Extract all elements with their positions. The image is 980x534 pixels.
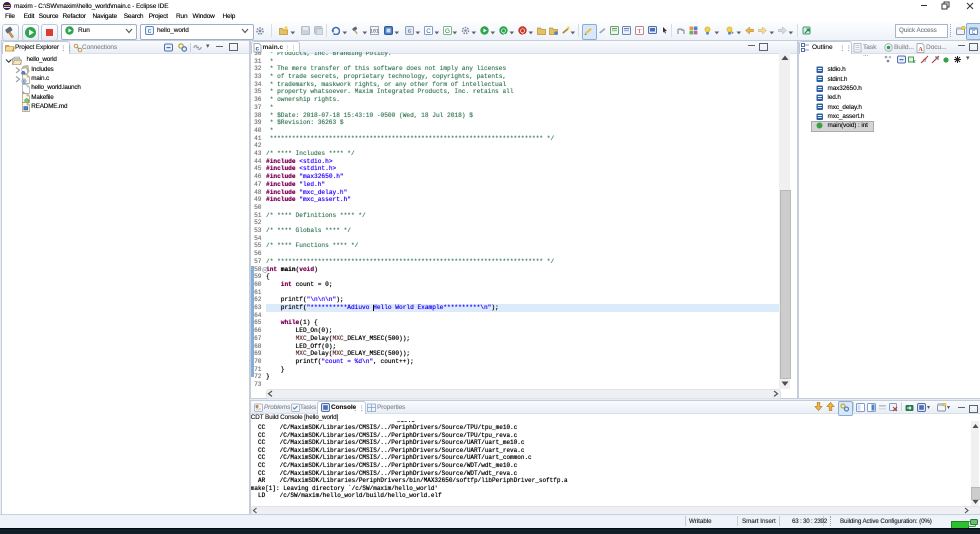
svg-text:A: A <box>918 47 923 53</box>
svg-text:z: z <box>913 59 916 64</box>
svg-text:G: G <box>445 28 450 35</box>
svg-text:C: C <box>971 30 975 36</box>
svg-text:101: 101 <box>370 29 379 35</box>
svg-text:c: c <box>255 45 259 52</box>
svg-text:C: C <box>426 28 431 35</box>
svg-text:Q: Q <box>501 28 506 35</box>
svg-text:T: T <box>638 28 642 35</box>
svg-text:Q: Q <box>520 28 525 35</box>
svg-text:c: c <box>148 28 152 35</box>
svg-text:6: 6 <box>408 29 411 35</box>
